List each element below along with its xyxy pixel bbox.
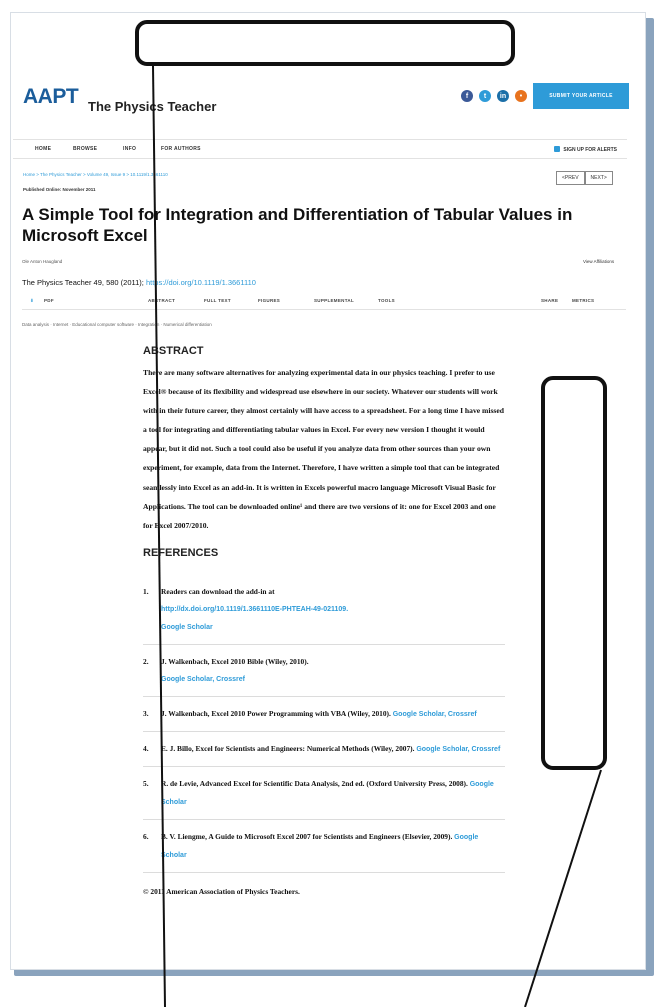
callout-box-top xyxy=(135,20,515,66)
keyword-list[interactable]: Data analysis · Internet · Educational c… xyxy=(22,322,212,327)
social-icons: f t in • xyxy=(461,90,527,102)
article-content: ABSTRACT There are many software alterna… xyxy=(143,345,505,896)
abstract-text: There are many software alternatives for… xyxy=(143,368,504,530)
reference-text: R. de Levie, Advanced Excel for Scientif… xyxy=(161,778,468,788)
tab-full-text[interactable]: FULL TEXT xyxy=(204,298,231,303)
google-scholar-link[interactable]: Google Scholar, xyxy=(393,711,446,718)
crossref-link[interactable]: Crossref xyxy=(448,711,477,718)
reference-text: J. Walkenbach, Excel 2010 Bible (Wiley, … xyxy=(161,656,309,666)
nav-home[interactable]: HOME xyxy=(35,146,51,152)
reference-number: 4. xyxy=(143,743,149,753)
pager: <PREV NEXT> xyxy=(556,171,613,185)
aapt-logo[interactable]: AAPT xyxy=(23,85,79,109)
journal-title[interactable]: The Physics Teacher xyxy=(88,99,216,114)
article-title: A Simple Tool for Integration and Differ… xyxy=(22,205,573,245)
reference-item: 2. J. Walkenbach, Excel 2010 Bible (Wile… xyxy=(143,645,505,697)
reference-number: 6. xyxy=(143,831,149,841)
google-scholar-link[interactable]: Google Scholar xyxy=(161,624,213,631)
rss-icon[interactable]: • xyxy=(515,90,527,102)
reference-text: Readers can download the add-in at xyxy=(161,586,275,596)
reference-number: 5. xyxy=(143,778,149,788)
nav-browse[interactable]: BROWSE xyxy=(73,146,97,152)
doi-link[interactable]: https://doi.org/10.1119/1.3661110 xyxy=(146,278,256,287)
tab-tools[interactable]: TOOLS xyxy=(378,298,395,303)
reference-item: 1. Readers can download the add-in at ht… xyxy=(143,575,505,645)
reference-number: 1. xyxy=(143,586,149,596)
article-tabs: ⬇ PDF ABSTRACT FULL TEXT FIGURES SUPPLEM… xyxy=(22,292,626,310)
references-heading: REFERENCES xyxy=(143,546,219,559)
pdf-download-icon[interactable]: ⬇ xyxy=(30,298,34,304)
submit-article-button[interactable]: SUBMIT YOUR ARTICLE xyxy=(533,83,629,109)
site-header: AAPT The Physics Teacher f t in • SUBMIT… xyxy=(13,73,629,123)
tab-metrics[interactable]: METRICS xyxy=(572,298,594,303)
sign-up-alerts-label: SIGN UP FOR ALERTS xyxy=(563,147,617,153)
reference-number: 3. xyxy=(143,708,149,718)
sign-up-alerts-link[interactable]: SIGN UP FOR ALERTS xyxy=(554,146,617,153)
google-scholar-link[interactable]: Google Scholar, xyxy=(416,746,469,753)
tab-pdf[interactable]: PDF xyxy=(44,298,54,303)
breadcrumb[interactable]: Home > The Physics Teacher > Volume 49, … xyxy=(23,172,168,177)
prev-button[interactable]: <PREV xyxy=(556,171,585,185)
reference-item: 3. J. Walkenbach, Excel 2010 Power Progr… xyxy=(143,697,505,732)
reference-item: 4. E. J. Billo, Excel for Scientists and… xyxy=(143,732,505,767)
published-date: Published Online: November 2011 xyxy=(23,187,96,192)
tab-abstract[interactable]: ABSTRACT xyxy=(148,298,175,303)
abstract-heading: ABSTRACT xyxy=(143,345,204,357)
tab-share[interactable]: SHARE xyxy=(541,298,558,303)
reference-text: J. Walkenbach, Excel 2010 Power Programm… xyxy=(161,708,391,718)
author-name[interactable]: Ole Anton Haugland xyxy=(22,259,62,264)
citation-line: The Physics Teacher 49, 580 (2011); http… xyxy=(22,278,256,287)
reference-item: 5. R. de Levie, Advanced Excel for Scien… xyxy=(143,767,505,820)
callout-box-right xyxy=(541,376,607,770)
facebook-icon[interactable]: f xyxy=(461,90,473,102)
reference-link[interactable]: http://dx.doi.org/10.1119/1.3661110E-PHT… xyxy=(161,606,348,613)
view-affiliations-link[interactable]: View Affiliations xyxy=(583,259,614,264)
reference-text: E. J. Billo, Excel for Scientists and En… xyxy=(161,743,415,753)
crossref-link[interactable]: Crossref xyxy=(216,676,245,683)
alert-icon xyxy=(554,146,561,152)
tab-supplemental[interactable]: SUPPLEMENTAL xyxy=(314,298,354,303)
nav-for-authors[interactable]: FOR AUTHORS xyxy=(161,146,201,152)
twitter-icon[interactable]: t xyxy=(479,90,491,102)
nav-info[interactable]: INFO xyxy=(123,146,136,152)
copyright-notice: © 2011 American Association of Physics T… xyxy=(143,886,300,896)
citation-text: The Physics Teacher 49, 580 (2011); xyxy=(22,278,146,287)
tab-figures[interactable]: FIGURES xyxy=(258,298,280,303)
google-scholar-link[interactable]: Google Scholar, xyxy=(161,676,214,683)
crossref-link[interactable]: Crossref xyxy=(471,746,500,753)
main-nav: HOME BROWSE INFO FOR AUTHORS SIGN UP FOR… xyxy=(13,139,627,159)
reference-text: B. V. Liengme, A Guide to Microsoft Exce… xyxy=(161,831,453,841)
linkedin-icon[interactable]: in xyxy=(497,90,509,102)
reference-number: 2. xyxy=(143,656,149,666)
next-button[interactable]: NEXT> xyxy=(584,171,613,185)
reference-item: 6. B. V. Liengme, A Guide to Microsoft E… xyxy=(143,820,505,873)
